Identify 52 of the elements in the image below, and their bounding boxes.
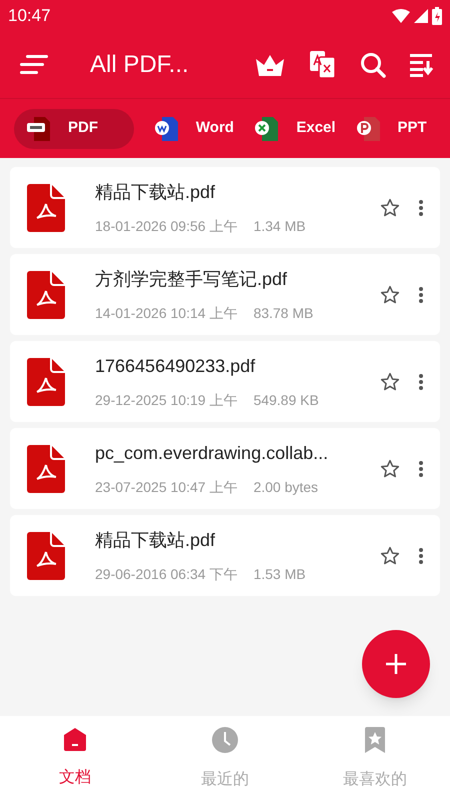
status-time: 10:47 xyxy=(8,5,51,28)
file-size: 2.00 bytes xyxy=(253,478,318,497)
file-name: 1766456490233.pdf xyxy=(95,354,256,378)
excel-file-icon xyxy=(254,114,280,142)
pdf-file-icon xyxy=(27,358,65,406)
crown-icon[interactable] xyxy=(254,53,286,77)
search-icon[interactable] xyxy=(360,52,386,78)
filter-tab[interactable]: Excel xyxy=(242,108,336,148)
file-date: 23-07-2025 10:47 上午 xyxy=(95,478,238,496)
wifi-icon xyxy=(392,9,410,23)
file-size: 1.34 MB xyxy=(253,216,306,236)
file-card[interactable]: pc_com.everdrawing.collab... 23-07-2025 10:47 上午 2.00 bytes xyxy=(10,428,440,509)
pdf-file-icon xyxy=(27,532,65,580)
file-date: 18-01-2026 09:56 上午 xyxy=(95,216,238,236)
file-name: 精品下载站.pdf xyxy=(95,528,216,552)
bookmark-icon xyxy=(363,726,387,754)
battery-icon xyxy=(432,7,442,25)
file-date: 29-12-2025 10:19 上午 xyxy=(95,390,238,410)
more-icon[interactable] xyxy=(416,284,426,304)
more-icon[interactable] xyxy=(416,458,426,478)
file-card[interactable]: 精品下载站.pdf 29-06-2016 06:34 下午 1.53 MB xyxy=(10,515,440,596)
file-card[interactable]: 精品下载站.pdf 18-01-2026 09:56 上午 1.34 MB xyxy=(10,167,440,248)
translate-icon[interactable] xyxy=(310,51,336,79)
filter-tab[interactable]: PDF xyxy=(14,108,134,148)
toolbar-title: All PDF... xyxy=(90,50,189,80)
nav-tab[interactable]: 文档 xyxy=(0,716,150,800)
more-icon[interactable] xyxy=(416,546,426,566)
file-date: 29-06-2016 06:34 下午 xyxy=(95,564,238,584)
pdf-file-icon xyxy=(27,444,65,492)
file-card[interactable]: 方剂学完整手写笔记.pdf 14-01-2026 10:14 上午 83.78 MB xyxy=(10,254,440,335)
plus-icon xyxy=(386,654,406,674)
filter-tab[interactable]: PPT xyxy=(344,108,436,148)
pdf-file-icon xyxy=(27,270,65,318)
file-size: 83.78 MB xyxy=(253,304,314,322)
more-icon[interactable] xyxy=(416,198,426,218)
sort-icon[interactable] xyxy=(410,53,434,77)
filter-tab[interactable]: Word xyxy=(142,108,234,148)
file-name: pc_com.everdrawing.collab... xyxy=(95,442,330,465)
clock-icon xyxy=(211,726,239,754)
file-size: 549.89 KB xyxy=(253,390,319,410)
pdf-file-icon xyxy=(27,184,65,232)
pdf-file-icon xyxy=(26,114,52,142)
file-name: 精品下载站.pdf xyxy=(95,180,216,204)
file-card[interactable]: 1766456490233.pdf 29-12-2025 10:19 上午 549.89 KB xyxy=(10,341,440,422)
file-size: 1.53 MB xyxy=(253,564,306,584)
signal-icon xyxy=(414,9,428,23)
home-icon xyxy=(62,726,88,752)
word-file-icon xyxy=(154,114,180,142)
file-name: 方剂学完整手写笔记.pdf xyxy=(95,268,288,291)
file-date: 14-01-2026 10:14 上午 xyxy=(95,304,238,322)
ppt-file-icon xyxy=(356,114,382,142)
more-icon[interactable] xyxy=(416,372,426,392)
